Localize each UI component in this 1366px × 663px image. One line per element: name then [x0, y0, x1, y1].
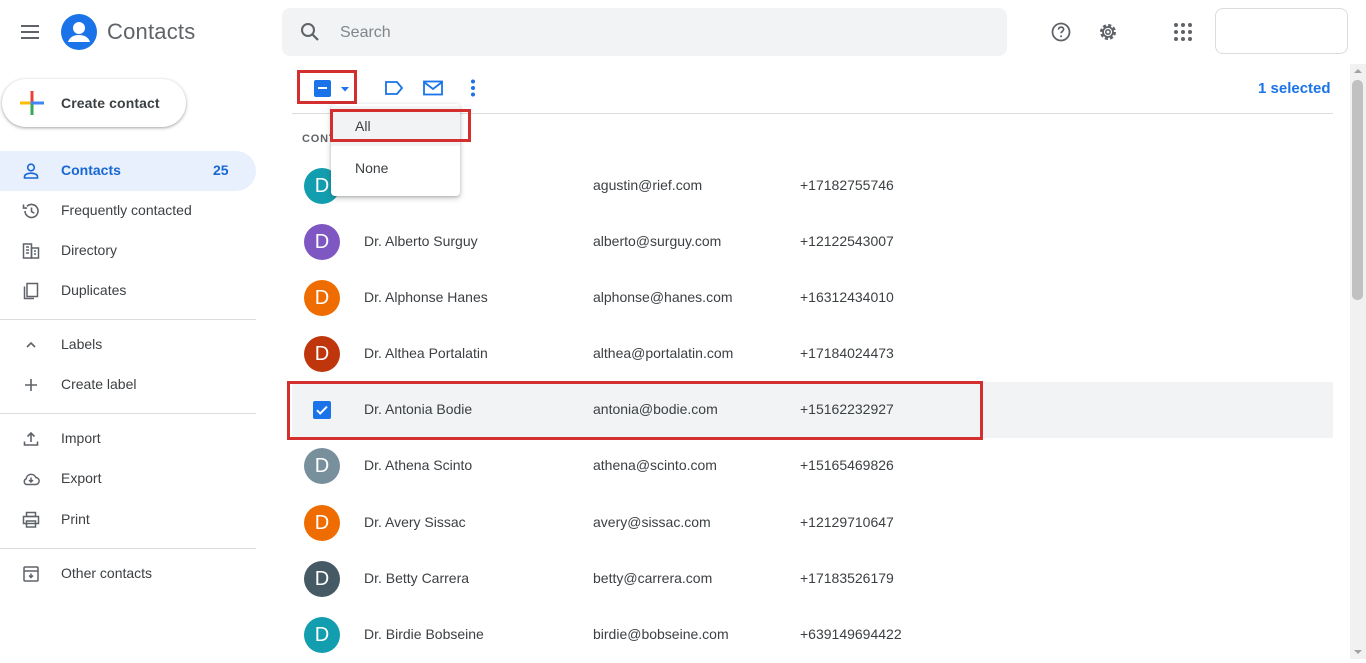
contact-name: Dr. Athena Scinto: [364, 457, 473, 473]
contact-name: Dr. Betty Carrera: [364, 570, 470, 586]
contact-phone: +12129710647: [800, 514, 894, 530]
gear-icon[interactable]: [1097, 21, 1119, 43]
contact-phone: +17184024473: [800, 345, 894, 361]
colorful-plus-icon: [20, 91, 44, 115]
cloud-download-icon: [21, 469, 41, 489]
label-icon[interactable]: [383, 78, 405, 98]
contact-phone: +16312434010: [800, 289, 894, 305]
contact-row[interactable]: D Dr. Alberto Surguy alberto@surguy.com …: [292, 214, 1333, 270]
contacts-count-badge: 25: [213, 162, 229, 178]
search-input[interactable]: [330, 14, 1002, 52]
sidebar-item-frequently-contacted[interactable]: Frequently contacted: [0, 191, 256, 231]
sidebar-item-label: Contacts: [61, 162, 121, 178]
selected-row-highlight: [287, 381, 983, 440]
contact-row[interactable]: D Dr. Althea Portalatin althea@portalati…: [292, 326, 1333, 382]
sidebar-item-other-contacts[interactable]: Other contacts: [0, 554, 256, 594]
contact-name: Dr. Alphonse Hanes: [364, 289, 488, 305]
sidebar-item-label: Create label: [61, 376, 137, 392]
create-contact-label: Create contact: [61, 95, 160, 111]
avatar: D: [304, 561, 340, 597]
sidebar-item-directory[interactable]: Directory: [0, 231, 256, 271]
contact-name: Dr. Avery Sissac: [364, 514, 466, 530]
menu-item-all-highlight: [330, 109, 471, 142]
sidebar-item-create-label[interactable]: Create label: [0, 365, 256, 405]
sidebar-item-label: Labels: [61, 336, 103, 352]
sidebar-item-label: Import: [61, 430, 101, 446]
contact-name: Dr. Althea Portalatin: [364, 345, 488, 361]
building-icon: [21, 241, 41, 261]
contact-email: alberto@surguy.com: [593, 233, 722, 249]
help-icon[interactable]: [1050, 21, 1072, 43]
contact-phone: +17183526179: [800, 570, 894, 586]
printer-icon: [21, 510, 41, 530]
more-vert-icon[interactable]: [466, 78, 480, 98]
create-contact-button[interactable]: Create contact: [2, 79, 186, 127]
contact-row[interactable]: D Dr. Athena Scinto athena@scinto.com +1…: [292, 438, 1333, 494]
avatar: D: [304, 617, 340, 653]
plus-icon: [21, 375, 41, 395]
account-button[interactable]: [1215, 8, 1348, 54]
sidebar-item-import[interactable]: Import: [0, 419, 256, 459]
selected-count: 1 selected: [1258, 80, 1331, 97]
chevron-up-icon: [21, 335, 41, 355]
sidebar-item-duplicates[interactable]: Duplicates: [0, 271, 256, 311]
contact-phone: +639149694422: [800, 626, 902, 642]
contact-row[interactable]: D Dr. Birdie Bobseine birdie@bobseine.co…: [292, 607, 1333, 663]
upload-icon: [21, 429, 41, 449]
menu-item-label: None: [355, 160, 389, 176]
avatar: D: [304, 448, 340, 484]
contact-phone: +17182755746: [800, 177, 894, 193]
sidebar-divider: [0, 319, 256, 320]
contact-email: birdie@bobseine.com: [593, 626, 729, 642]
main-menu-icon[interactable]: [20, 21, 42, 43]
apps-grid-icon[interactable]: [1172, 21, 1194, 43]
scroll-down-arrow-icon[interactable]: [1352, 647, 1364, 657]
mail-icon[interactable]: [422, 78, 444, 98]
contact-email: betty@carrera.com: [593, 570, 713, 586]
contact-email: althea@portalatin.com: [593, 345, 734, 361]
scrollbar-thumb[interactable]: [1352, 80, 1363, 300]
history-icon: [21, 201, 41, 221]
copy-icon: [21, 281, 41, 301]
contact-email: agustin@rief.com: [593, 177, 703, 193]
contacts-logo-icon: [61, 14, 97, 50]
select-dropdown-highlight: [297, 70, 357, 104]
sidebar-item-label: Print: [61, 511, 90, 527]
avatar: D: [304, 505, 340, 541]
sidebar-item-label: Export: [61, 470, 102, 486]
contact-email: athena@scinto.com: [593, 457, 717, 473]
avatar: D: [304, 224, 340, 260]
avatar: D: [304, 336, 340, 372]
contact-email: avery@sissac.com: [593, 514, 711, 530]
contact-phone: +12122543007: [800, 233, 894, 249]
sidebar-divider: [0, 548, 256, 549]
scroll-up-arrow-icon[interactable]: [1352, 66, 1364, 76]
sidebar-item-export[interactable]: Export: [0, 459, 256, 499]
menu-item-none[interactable]: None: [331, 148, 460, 188]
avatar: D: [304, 280, 340, 316]
sidebar-item-print[interactable]: Print: [0, 500, 256, 540]
app-title: Contacts: [107, 19, 196, 44]
contact-email: alphonse@hanes.com: [593, 289, 733, 305]
sidebar-item-labels[interactable]: Labels: [0, 325, 256, 365]
contact-row[interactable]: D Dr. Avery Sissac avery@sissac.com +121…: [292, 495, 1333, 551]
contact-name: Dr. Birdie Bobseine: [364, 626, 484, 642]
contact-name: Dr. Alberto Surguy: [364, 233, 478, 249]
sidebar-item-contacts[interactable]: Contacts 25: [0, 151, 256, 191]
sidebar-item-label: Other contacts: [61, 565, 153, 581]
person-icon: [21, 161, 41, 181]
sidebar-item-label: Duplicates: [61, 282, 127, 298]
sidebar-divider: [0, 413, 256, 414]
sidebar-item-label: Frequently contacted: [61, 202, 192, 218]
sidebar-item-label: Directory: [61, 242, 118, 258]
search-icon[interactable]: [300, 22, 320, 42]
contact-phone: +15165469826: [800, 457, 894, 473]
archive-icon: [21, 564, 41, 584]
contact-row[interactable]: D Dr. Betty Carrera betty@carrera.com +1…: [292, 551, 1333, 607]
contact-row[interactable]: D Dr. Alphonse Hanes alphonse@hanes.com …: [292, 270, 1333, 326]
